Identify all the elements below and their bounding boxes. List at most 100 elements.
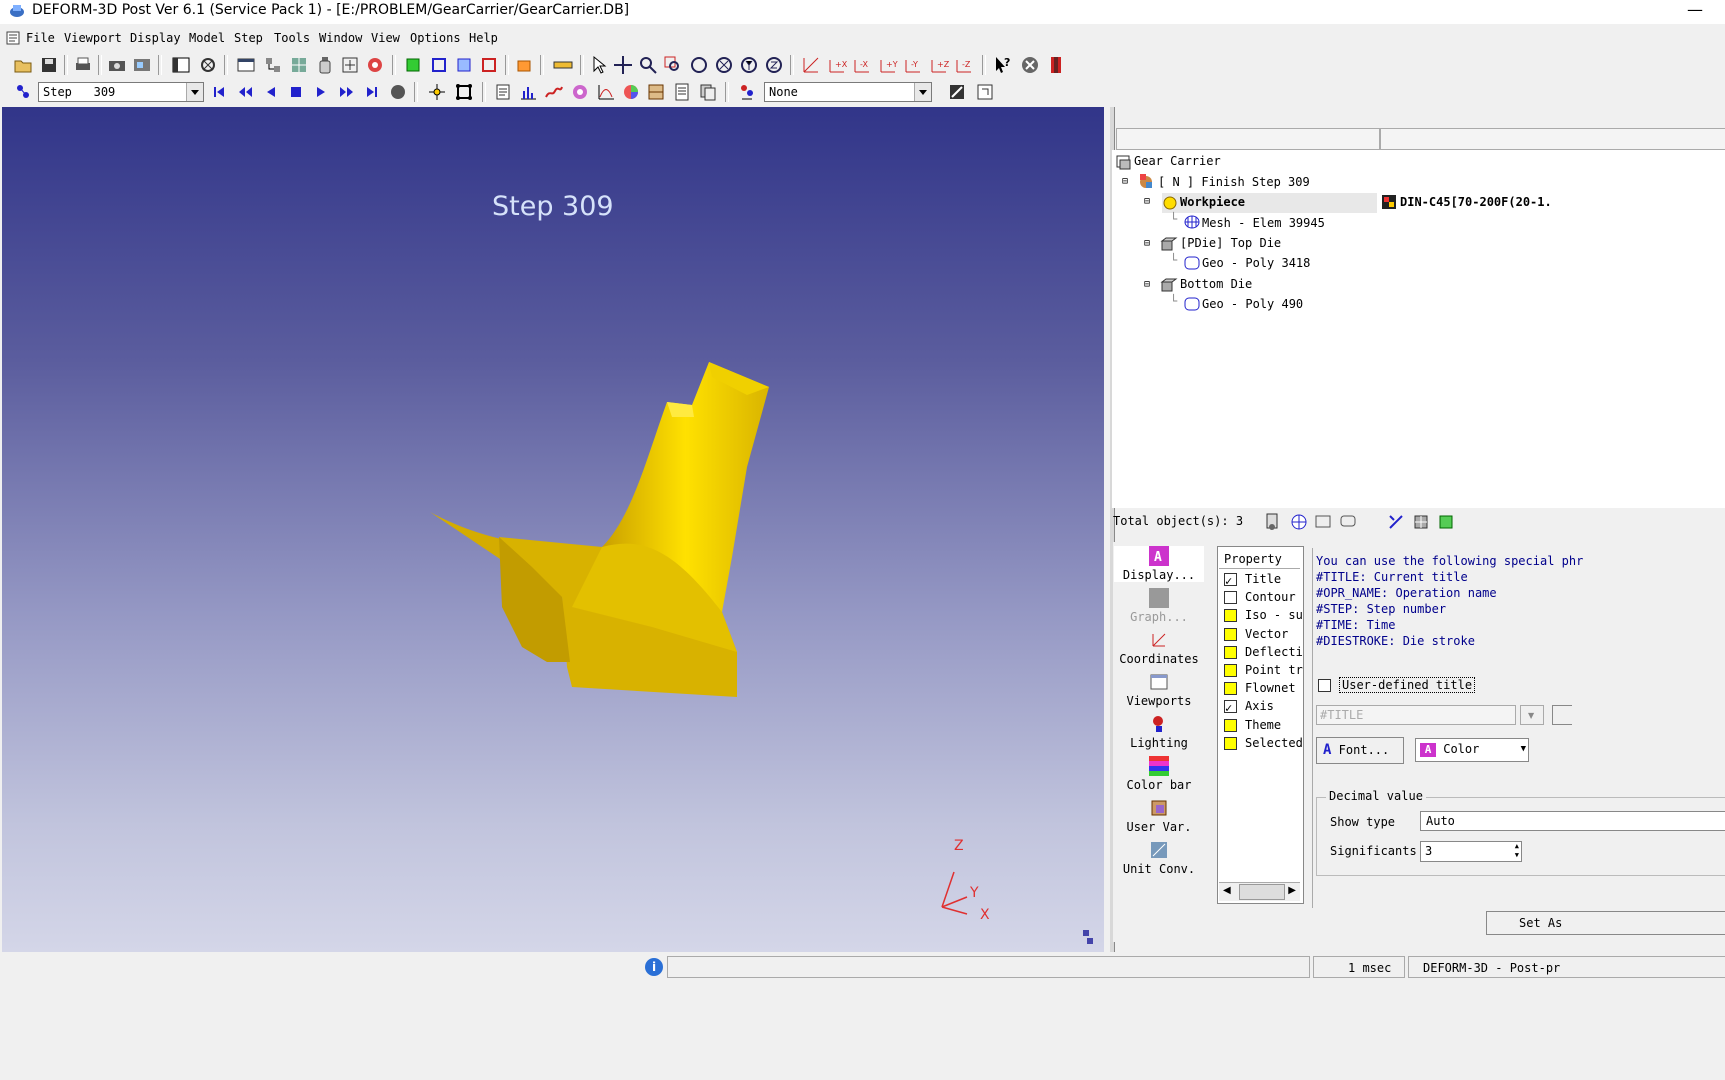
pointer-icon[interactable] xyxy=(588,54,610,76)
color-wheel-icon[interactable] xyxy=(620,81,642,103)
category-color-bar[interactable]: Color bar xyxy=(1114,756,1204,792)
fast-forward-icon[interactable] xyxy=(336,81,358,103)
settings-icon[interactable] xyxy=(197,54,219,76)
step-back-icon[interactable] xyxy=(260,81,282,103)
fit-icon[interactable] xyxy=(339,54,361,76)
chevron-down-icon[interactable] xyxy=(186,83,203,101)
shade-blue-icon[interactable] xyxy=(428,54,450,76)
view-minus-y-icon[interactable]: -Y xyxy=(902,54,924,76)
expand-icon[interactable]: ⊟ xyxy=(1144,279,1150,290)
checkbox[interactable] xyxy=(1224,628,1237,641)
checkbox[interactable] xyxy=(1224,664,1237,677)
view-plus-y-icon[interactable]: +Y xyxy=(877,54,899,76)
checkbox[interactable] xyxy=(1224,609,1237,622)
category-unit-conv[interactable]: Unit Conv. xyxy=(1114,840,1204,876)
property-point-tracking[interactable]: Point tr xyxy=(1224,663,1303,677)
color-combo[interactable]: A Color ▼ xyxy=(1415,738,1529,762)
tree-material[interactable]: DIN-C45[70-200F(20-1. xyxy=(1400,195,1552,209)
tree-mesh[interactable]: Mesh - Elem 39945 xyxy=(1202,216,1325,230)
last-step-icon[interactable] xyxy=(361,81,383,103)
menu-view[interactable]: View xyxy=(371,31,400,45)
tree-header-col2[interactable] xyxy=(1380,128,1725,150)
category-coordinates[interactable]: Coordinates xyxy=(1114,630,1204,666)
info-icon[interactable]: i xyxy=(645,958,663,976)
node-select-icon[interactable] xyxy=(453,81,475,103)
property-axis[interactable]: ✓ Axis xyxy=(1224,699,1274,715)
state-variable-icon[interactable] xyxy=(736,81,758,103)
view-minus-z-icon[interactable]: -Z xyxy=(953,54,975,76)
curve-icon[interactable] xyxy=(543,81,565,103)
slice-icon[interactable] xyxy=(645,81,667,103)
exit-icon[interactable] xyxy=(1045,54,1067,76)
rotate-z-icon[interactable] xyxy=(763,54,785,76)
resize-grip-icon[interactable] xyxy=(1080,927,1096,947)
tree-step[interactable]: [ N ] Finish Step 309 xyxy=(1158,175,1310,189)
category-user-var[interactable]: User Var. xyxy=(1114,798,1204,834)
export-icon[interactable] xyxy=(974,81,996,103)
expand-icon[interactable]: ⊟ xyxy=(1122,176,1128,187)
zoom-box-icon[interactable] xyxy=(662,54,684,76)
pick-icon[interactable] xyxy=(1385,511,1407,533)
shade-red-icon[interactable] xyxy=(478,54,500,76)
step-select-icon[interactable] xyxy=(12,81,34,103)
scroll-right-icon[interactable]: ▶ xyxy=(1288,885,1296,896)
zoom-icon[interactable] xyxy=(637,54,659,76)
menu-help[interactable]: Help xyxy=(469,31,498,45)
checkbox-checked[interactable]: ✓ xyxy=(1224,700,1237,715)
first-step-icon[interactable] xyxy=(208,81,230,103)
help-cursor-icon[interactable]: ? xyxy=(992,54,1014,76)
category-display[interactable]: A Display... xyxy=(1114,546,1204,582)
graphics-viewport[interactable]: Step 309 Z Y X xyxy=(2,107,1104,952)
rotate-y-icon[interactable] xyxy=(738,54,760,76)
shade-green-icon[interactable] xyxy=(402,54,424,76)
axis-view-icon[interactable] xyxy=(800,54,822,76)
mesh-filter-icon[interactable] xyxy=(1288,511,1310,533)
tree-top-geo[interactable]: Geo - Poly 3418 xyxy=(1202,256,1310,270)
checkbox[interactable] xyxy=(1224,591,1237,604)
menu-display[interactable]: Display xyxy=(130,31,181,45)
point-track-icon[interactable] xyxy=(426,81,448,103)
rotate-icon[interactable] xyxy=(688,54,710,76)
significants-spinner[interactable]: 3 ▲ ▼ xyxy=(1420,841,1522,862)
chevron-down-icon[interactable] xyxy=(914,83,931,101)
tree-root[interactable]: Gear Carrier xyxy=(1134,154,1221,168)
menu-file[interactable]: File xyxy=(26,31,55,45)
close-circle-icon[interactable] xyxy=(1019,54,1041,76)
window-filter-icon[interactable] xyxy=(1312,511,1334,533)
category-lighting[interactable]: Lighting xyxy=(1114,714,1204,750)
view-plus-z-icon[interactable]: +Z xyxy=(928,54,950,76)
property-deflection[interactable]: Deflecti xyxy=(1224,645,1303,659)
summary-icon[interactable] xyxy=(492,81,514,103)
scroll-thumb[interactable] xyxy=(1239,884,1285,900)
title-dropdown[interactable]: ▼ xyxy=(1520,705,1544,725)
tree-top-die[interactable]: [PDie] Top Die xyxy=(1180,236,1281,250)
tree-workpiece[interactable]: Workpiece xyxy=(1180,195,1245,209)
title-insert-button[interactable] xyxy=(1552,705,1572,725)
variable-combo[interactable]: None xyxy=(764,82,932,102)
snapshot-icon[interactable] xyxy=(131,54,153,76)
fast-back-icon[interactable] xyxy=(234,81,256,103)
camera-icon[interactable] xyxy=(106,54,128,76)
property-theme[interactable]: Theme xyxy=(1224,718,1281,732)
spinner-arrows-icon[interactable]: ▲ ▼ xyxy=(1515,842,1519,860)
menu-step[interactable]: Step xyxy=(234,31,263,45)
box-icon[interactable] xyxy=(513,54,535,76)
font-button[interactable]: A Font... xyxy=(1316,737,1404,764)
category-graph[interactable]: Graph... xyxy=(1114,588,1204,624)
expand-icon[interactable]: ⊟ xyxy=(1144,238,1150,249)
menu-tools[interactable]: Tools xyxy=(274,31,310,45)
menu-model[interactable]: Model xyxy=(189,31,225,45)
rotate-view-icon[interactable] xyxy=(364,54,386,76)
menu-options[interactable]: Options xyxy=(410,31,461,45)
show-type-combo[interactable]: Auto xyxy=(1420,811,1725,831)
property-vector[interactable]: Vector xyxy=(1224,627,1288,641)
open-icon[interactable] xyxy=(12,54,34,76)
checkbox[interactable] xyxy=(1224,682,1237,695)
checkbox[interactable] xyxy=(1318,679,1331,692)
property-selected[interactable]: Selected xyxy=(1224,736,1303,750)
property-iso-surface[interactable]: Iso - su xyxy=(1224,608,1303,622)
workpiece-model[interactable] xyxy=(2,107,1104,952)
menu-window[interactable]: Window xyxy=(319,31,362,45)
mesh-view-icon[interactable] xyxy=(288,54,310,76)
checkbox-checked[interactable]: ✓ xyxy=(1224,573,1237,588)
